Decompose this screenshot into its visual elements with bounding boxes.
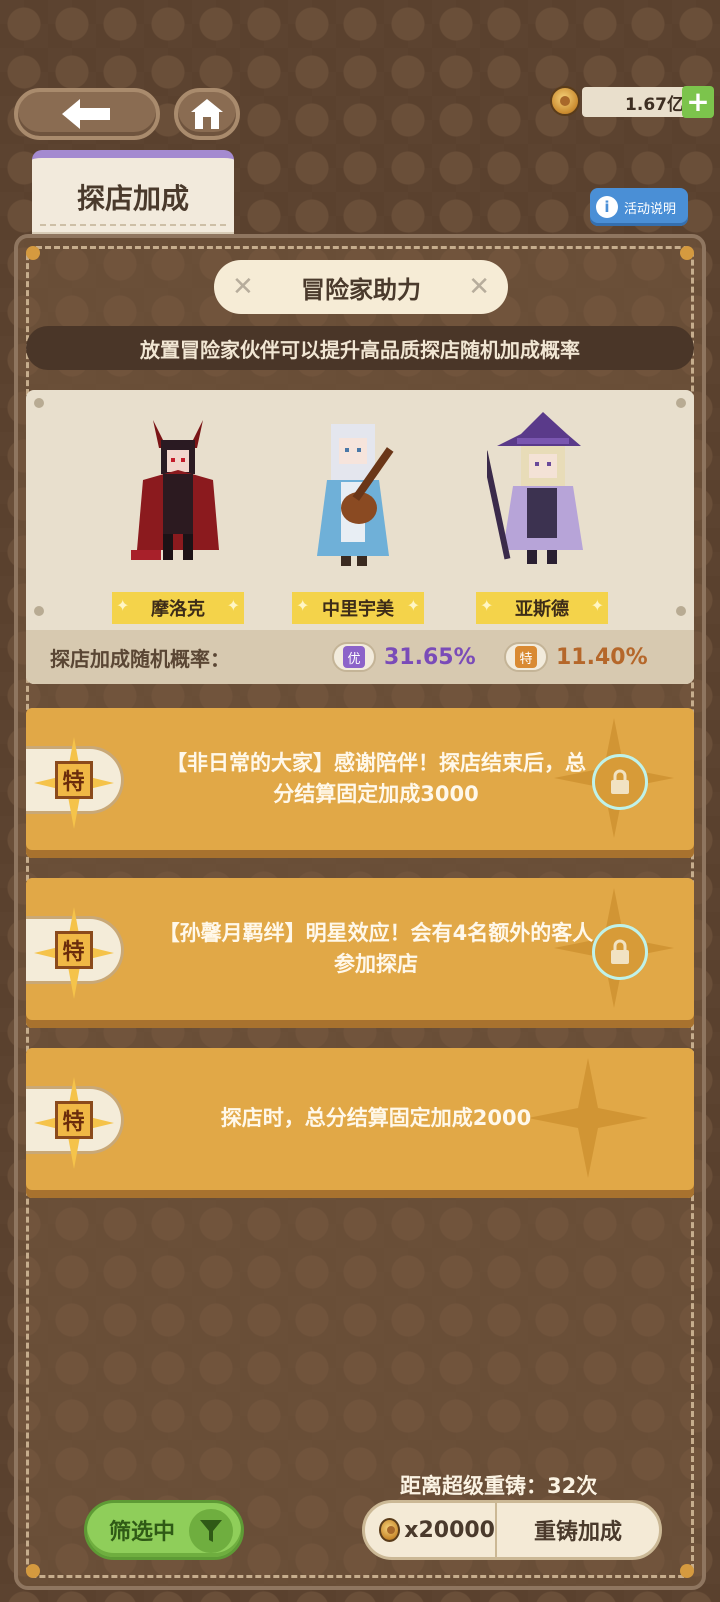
bonus-card[interactable]: 特 探店时，总分结算固定加成2000 [26, 1048, 694, 1198]
corner-dot [34, 398, 44, 408]
demon-character-icon [131, 420, 219, 560]
bonus-tag: 特 [26, 737, 124, 829]
activity-info-label: 活动说明 [624, 201, 677, 217]
coin-icon [379, 1518, 401, 1542]
hero-slot-1[interactable]: 摩洛克 [108, 410, 248, 624]
quality-badge: 特 [504, 642, 548, 672]
hero-slots: 摩洛克 中里宇美 亚斯 [26, 390, 694, 684]
probability-row: 探店加成随机概率： 优 31.65% 特 11.40% [26, 630, 694, 684]
quality-badge-text: 优 [343, 646, 365, 668]
reforge-cost: x20000 [365, 1503, 497, 1557]
quality-badge: 优 [332, 642, 376, 672]
bonus-card[interactable]: 特 【孙馨月羁绊】明星效应！会有4名额外的客人参加探店 [26, 878, 694, 1028]
filter-button[interactable]: 筛选中 [84, 1500, 244, 1560]
corner-dot [676, 606, 686, 616]
home-button[interactable] [174, 88, 240, 140]
bonus-tag: 特 [26, 907, 124, 999]
bard-character-icon [317, 424, 394, 566]
bonus-description: 【非日常的大家】感谢陪伴！探店结束后，总分结算固定加成3000 [166, 750, 586, 807]
hero-name-3: 亚斯德 [476, 592, 608, 624]
back-button[interactable] [14, 88, 160, 140]
section-title-text: 冒险家助力 [301, 275, 421, 304]
corner-dot [680, 246, 694, 260]
witch-character-icon [487, 412, 583, 564]
bonus-tag: 特 [26, 1077, 124, 1169]
add-currency-button[interactable]: + [682, 86, 714, 118]
hero-name-1: 摩洛克 [112, 592, 244, 624]
hero-slot-3[interactable]: 亚斯德 [472, 410, 612, 624]
probability-value: 31.65% [384, 644, 476, 670]
probability-item-excellent: 优 31.65% [332, 642, 476, 672]
home-icon [191, 99, 223, 129]
filter-label: 筛选中 [109, 1520, 176, 1545]
reforge-button[interactable]: x20000 重铸加成 [362, 1500, 662, 1560]
corner-dot [680, 1564, 694, 1578]
reforge-cost-value: x20000 [404, 1517, 495, 1543]
lock-icon [592, 924, 648, 980]
corner-dot [26, 1564, 40, 1578]
probability-value: 11.40% [556, 644, 648, 670]
cross-icon: ✕ [468, 272, 490, 302]
bonus-card[interactable]: 特 【非日常的大家】感谢陪伴！探店结束后，总分结算固定加成3000 [26, 708, 694, 858]
section-title: ✕ 冒险家助力 ✕ [214, 260, 508, 314]
corner-dot [34, 606, 44, 616]
tab-shop-bonus[interactable]: 探店加成 [32, 150, 234, 236]
bonus-tag-text: 特 [54, 931, 93, 969]
reforge-label: 重铸加成 [533, 1520, 622, 1545]
probability-item-special: 特 11.40% [504, 642, 648, 672]
bonus-description: 探店时，总分结算固定加成2000 [220, 1106, 532, 1131]
arrow-left-icon [62, 99, 110, 129]
corner-dot [676, 398, 686, 408]
section-subtitle: 放置冒险家伙伴可以提升高品质探店随机加成概率 [26, 326, 694, 370]
info-icon: i [596, 196, 618, 218]
hero-slot-2[interactable]: 中里宇美 [288, 410, 428, 624]
currency-display: 1.67亿 + [550, 86, 714, 118]
bonus-tag-text: 特 [54, 1101, 93, 1139]
corner-dot [26, 246, 40, 260]
hero-name-2: 中里宇美 [292, 592, 424, 624]
activity-info-button[interactable]: i 活动说明 [590, 188, 688, 226]
lock-icon [592, 754, 648, 810]
bonus-tag-text: 特 [54, 761, 93, 799]
currency-amount: 1.67亿 [582, 87, 692, 117]
coin-icon [550, 86, 580, 116]
reforge-remaining: 距离超级重铸：32次 [400, 1474, 598, 1498]
bonus-description: 【孙馨月羁绊】明星效应！会有4名额外的客人参加探店 [158, 920, 594, 977]
probability-label: 探店加成随机概率： [50, 646, 230, 671]
quality-badge-text: 特 [515, 646, 537, 668]
funnel-icon [189, 1509, 233, 1553]
cross-icon: ✕ [232, 272, 254, 302]
